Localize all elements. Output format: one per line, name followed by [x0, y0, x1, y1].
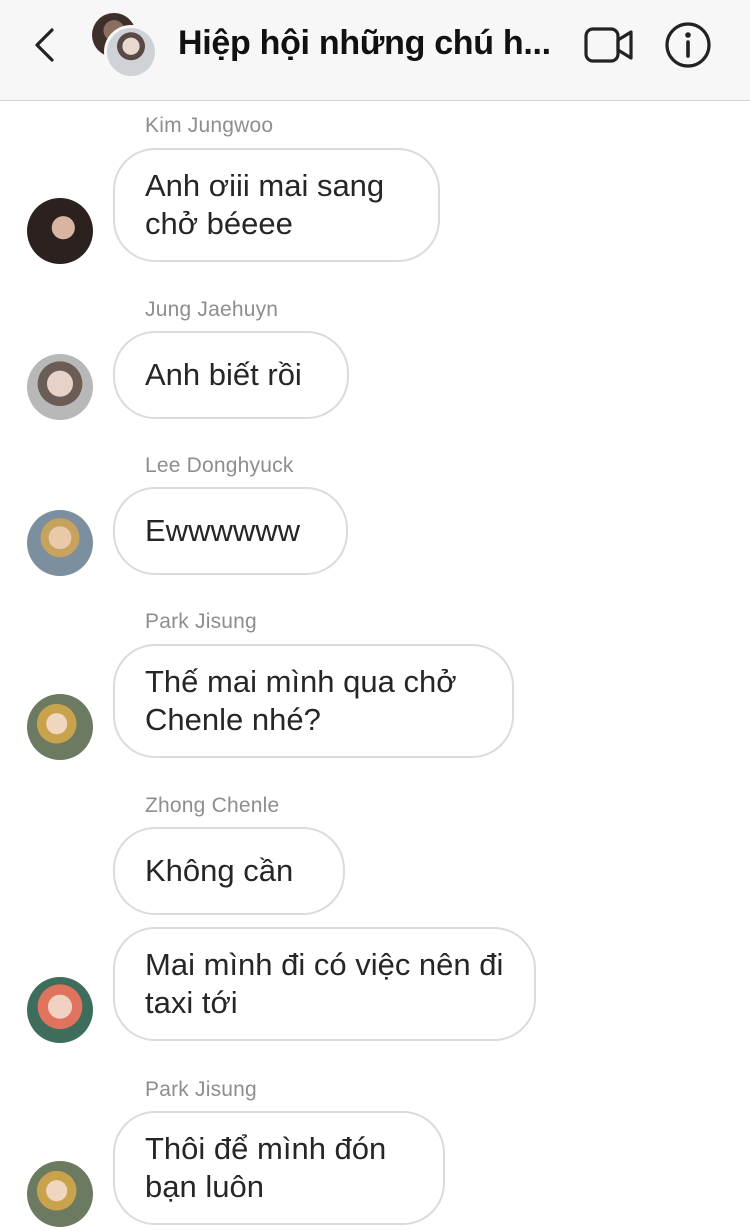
group-avatar-front	[104, 25, 158, 79]
chat-title[interactable]: Hiệp hội những chú h...	[178, 24, 568, 63]
message-bubble[interactable]: Thế mai mình qua chở Chenle nhé?	[113, 644, 514, 758]
avatar[interactable]	[27, 510, 93, 576]
message-bubble[interactable]: Mai mình đi có việc nên đi taxi tới	[113, 927, 536, 1041]
avatar[interactable]	[27, 977, 93, 1043]
back-button[interactable]	[26, 22, 66, 68]
video-camera-icon	[584, 27, 633, 63]
sender-name: Lee Donghyuck	[145, 454, 294, 477]
sender-name: Kim Jungwoo	[145, 114, 274, 137]
sender-name: Park Jisung	[145, 610, 257, 633]
sender-name: Park Jisung	[145, 1078, 257, 1101]
avatar[interactable]	[27, 354, 93, 420]
message-bubble[interactable]: Ewwwwww	[113, 487, 348, 575]
chat-header: Hiệp hội những chú h...	[0, 0, 750, 101]
message-bubble[interactable]: Anh biết rồi	[113, 331, 349, 419]
sender-name: Zhong Chenle	[145, 794, 280, 817]
message-bubble[interactable]: Thôi để mình đón bạn luôn	[113, 1111, 445, 1225]
message-bubble[interactable]: Không cần	[113, 827, 345, 915]
video-call-button[interactable]	[583, 24, 635, 66]
avatar[interactable]	[27, 694, 93, 760]
info-icon	[665, 22, 711, 68]
sender-name: Jung Jaehuyn	[145, 298, 279, 321]
group-avatar[interactable]	[92, 13, 158, 79]
avatar[interactable]	[27, 198, 93, 264]
info-button[interactable]	[664, 21, 712, 69]
chevron-left-icon	[35, 28, 54, 62]
message-bubble[interactable]: Anh ơiii mai sang chở béeee	[113, 148, 440, 262]
avatar[interactable]	[27, 1161, 93, 1227]
